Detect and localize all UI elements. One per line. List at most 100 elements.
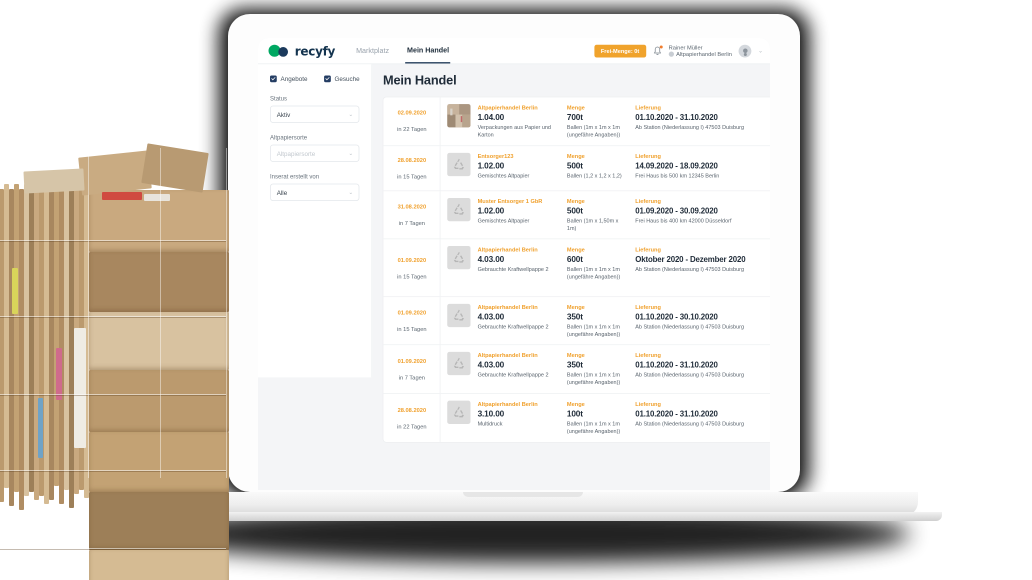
table-row[interactable]: 01.09.2020 in 15 Tagen Altpapierhandel B… [383, 296, 770, 346]
listing-period: 01.10.2020 - 31.10.2020 [635, 361, 718, 371]
listing-amount-detail: Ballen (1m x 1m x 1m (ungefähre Angaben)… [566, 123, 621, 138]
laptop-foot [104, 512, 942, 521]
listing-period: 01.10.2020 - 31.10.2020 [635, 113, 718, 123]
listing-amount-col: Menge 600t Ballen (1m x 1m x 1m (ungefäh… [567, 246, 629, 289]
listing-amount-detail: Ballen (1m x 1m x 1m (ungefähre Angaben)… [566, 323, 621, 338]
listing-description: Gebrauchte Kraftwellpappe 2 [477, 265, 549, 273]
listing-date-cell: 01.09.2020 in 15 Tagen [384, 239, 441, 297]
avatar[interactable] [738, 44, 752, 58]
listing-terms-line: + Preis-Index (EUWID)/t [752, 265, 770, 273]
listing-thumbnail-recycle [447, 352, 471, 376]
listing-amount-col: Menge 350t Ballen (1m x 1m x 1m (ungefäh… [567, 352, 629, 386]
listing-company: Altpapierhandel Berlin [477, 303, 538, 311]
recycle-icon [454, 252, 465, 263]
listing-price-col: Angebot 200,00 €/t 14 Tage 3%, 30 Tage n… [752, 401, 770, 435]
listing-code: 4.03.00 [477, 312, 505, 322]
listing-material-col: Altpapierhandel Berlin 4.03.00 Gebraucht… [478, 246, 561, 289]
listing-description: Gemischtes Altpapier [477, 172, 530, 179]
listing-delivery-detail: Ab Station (Niederlassung I) 47503 Duisb… [635, 123, 744, 131]
filter-select-altpapiersorte[interactable]: Altpapiersorte ⌄ [270, 144, 360, 162]
column-header-lieferung: Lieferung [635, 246, 661, 254]
column-header-menge: Menge [566, 303, 585, 311]
status-badge: Angebot [752, 304, 770, 311]
listing-body: Altpapierhandel Berlin 4.03.00 Gebraucht… [441, 240, 770, 297]
listing-delivery-detail: Frei Haus bis 400 km 42000 Düsseldorf [635, 217, 732, 224]
table-row[interactable]: 31.08.2020 in 7 Tagen Muster Entsorger 1… [383, 190, 770, 240]
listing-price: 10,00 €/t [752, 162, 770, 171]
notification-dot [659, 45, 663, 49]
recycle-icon [454, 358, 465, 369]
user-info[interactable]: Rainer Müller Altpapierhandel Berlin [668, 44, 732, 58]
listing-description: Gebrauchte Kraftwellpappe 2 [477, 323, 549, 330]
free-amount-badge[interactable]: Frei-Menge: 0t [594, 44, 647, 58]
listing-date-cell: 28.08.2020 in 22 Tagen [384, 394, 441, 442]
listing-code: 4.03.00 [477, 255, 505, 265]
column-header-lieferung: Lieferung [635, 104, 661, 111]
listing-due: in 22 Tagen [397, 422, 427, 430]
page-title: Mein Handel [382, 73, 457, 88]
tab-marktplatz[interactable]: Marktplatz [355, 38, 391, 64]
listing-delivery-col: Lieferung 01.10.2020 - 31.10.2020 Ab Sta… [635, 401, 745, 435]
listing-terms-line: 1.04 - Kaufhausaltpapier [752, 273, 770, 281]
listing-thumbnail-recycle [447, 197, 471, 221]
checkbox-icon [270, 75, 277, 82]
listing-body: Altpapierhandel Berlin 4.03.00 Gebraucht… [441, 297, 770, 345]
table-row[interactable]: 28.08.2020 in 22 Tagen Altpapierhandel B… [384, 394, 770, 442]
listing-date-cell: 01.09.2020 in 7 Tagen [384, 345, 441, 394]
table-row[interactable]: 28.08.2020 in 15 Tagen Entsorger123 1.02… [383, 145, 770, 191]
recycle-icon [454, 406, 465, 418]
logo-wordmark: recyfy [294, 43, 336, 58]
listing-material-col: Entsorger123 1.02.00 Gemischtes Altpapie… [478, 153, 561, 184]
checkbox-angebote[interactable]: Angebote [270, 75, 307, 82]
column-header-lieferung: Lieferung [635, 197, 661, 205]
listing-price: 100,00 €/t [752, 361, 770, 370]
listing-delivery-col: Lieferung 14.09.2020 - 18.09.2020 Frei H… [635, 153, 745, 184]
table-row[interactable]: 01.09.2020 in 7 Tagen Altpapierhandel Be… [383, 345, 770, 395]
listing-description: Gebrauchte Kraftwellpappe 2 [477, 371, 549, 379]
listing-body: Altpapierhandel Berlin 1.04.00 Verpackun… [441, 97, 770, 145]
user-company-label: Altpapierhandel Berlin [676, 50, 732, 58]
listing-price: 100,00 €/t [752, 255, 770, 264]
listing-amount-detail: Ballen (1m x 1m x 1m (ungefähre Angaben)… [566, 265, 621, 280]
listings-table: 02.09.2020 in 22 Tagen Altpapierhandel B… [382, 96, 770, 443]
listing-price-col: Angebot 100,00 €/t 14 Tage 3%, 30 Tage n… [752, 304, 770, 338]
column-header-lieferung: Lieferung [635, 352, 661, 359]
listing-terms-line: 14 Tage 3%, 30 Tage netto [752, 322, 770, 330]
listing-terms-line: 30 Tage netto [752, 171, 770, 179]
column-header-menge: Menge [566, 400, 585, 408]
column-header-lieferung: Lieferung [635, 400, 661, 408]
recycle-icon [454, 158, 465, 170]
tab-mein-handel[interactable]: Mein Handel [405, 38, 451, 64]
chevron-down-icon: ⌄ [348, 190, 353, 196]
listing-code: 1.02.00 [477, 206, 505, 216]
listing-delivery-col: Lieferung 01.09.2020 - 30.09.2020 Frei H… [635, 198, 745, 232]
notifications-bell-icon[interactable] [653, 45, 663, 56]
listing-amount-col: Menge 500t Ballen (1m x 1,50m x 1m) [567, 198, 629, 232]
filter-select-status[interactable]: Aktiv ⌄ [270, 105, 360, 123]
status-badge: 1 Angebot [752, 153, 770, 160]
listing-amount: 100t [566, 409, 583, 419]
listing-period: 01.10.2020 - 30.10.2020 [635, 312, 718, 322]
listing-period: Oktober 2020 - Dezember 2020 [635, 255, 746, 265]
table-row[interactable]: 01.09.2020 in 15 Tagen Altpapierhandel B… [383, 239, 770, 297]
app-main: Angebote Gesuche Status Aktiv ⌄ Altpapie… [258, 64, 770, 443]
table-row[interactable]: 02.09.2020 in 22 Tagen Altpapierhandel B… [383, 97, 770, 146]
listing-thumbnail-photo [447, 104, 471, 128]
listing-terms-line: 30 Tage netto [752, 216, 770, 224]
checkbox-gesuche[interactable]: Gesuche [323, 75, 360, 82]
listing-amount: 350t [566, 312, 583, 322]
topbar-right: Frei-Menge: 0t Rainer Müller Altpapierha… [594, 44, 763, 58]
chevron-down-icon[interactable]: ⌄ [758, 48, 762, 54]
listing-body: Altpapierhandel Berlin 3.10.00 Multidruc… [441, 394, 770, 442]
listing-body: Muster Entsorger 1 GbR 1.02.00 Gemischte… [441, 191, 770, 239]
listing-description: Verpackungen aus Papier und Karton [477, 123, 551, 138]
listing-date-cell: 31.08.2020 in 7 Tagen [384, 190, 441, 239]
filter-select-inserat-erstellt-von[interactable]: Alle ⌄ [270, 183, 360, 201]
listing-due: in 15 Tagen [397, 325, 427, 333]
listing-material-col: Altpapierhandel Berlin 4.03.00 Gebraucht… [478, 304, 561, 338]
listing-code: 1.04.00 [477, 113, 505, 123]
listing-date: 28.08.2020 [397, 406, 427, 414]
listing-amount: 500t [566, 206, 583, 216]
recyfy-logo[interactable]: recyfy [268, 43, 336, 58]
listing-description: Multidruck [477, 420, 503, 428]
